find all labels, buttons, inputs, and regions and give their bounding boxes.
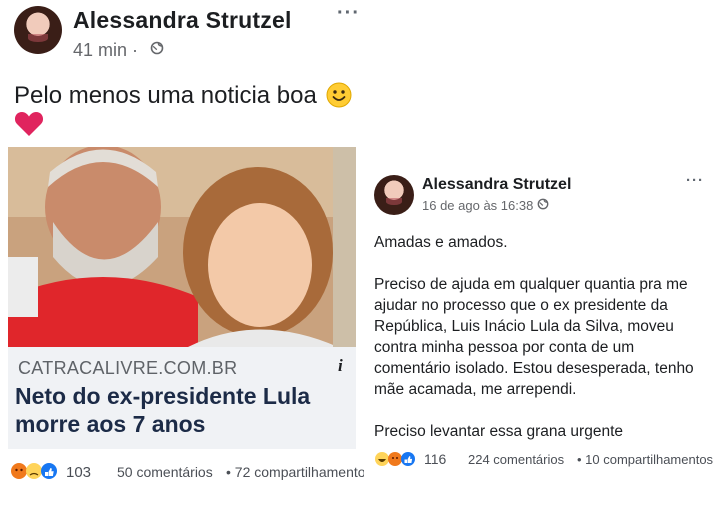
post-text: Pelo menos uma noticia boa <box>14 82 317 109</box>
post-paragraph: Preciso de ajuda em qualquer quantia pra… <box>374 276 694 398</box>
author-name[interactable]: Alessandra Strutzel <box>73 7 292 34</box>
post-paragraph: Preciso levantar essa grana urgente <box>374 423 624 440</box>
author-avatar[interactable] <box>14 6 62 54</box>
shares-count[interactable]: • 10 compartilhamentos <box>577 452 713 467</box>
reactions-icon[interactable] <box>374 451 418 467</box>
red-heart-emoji-icon <box>14 112 44 136</box>
author-name[interactable]: Alessandra Strutzel <box>422 176 571 194</box>
more-options-button[interactable]: ··· <box>337 2 360 25</box>
link-title[interactable]: Neto do ex-presidente Lula morre aos 7 a… <box>15 382 330 438</box>
globe-icon <box>150 41 164 55</box>
reaction-bar: 116 224 comentários • 10 compartilhament… <box>374 449 714 469</box>
comments-count[interactable]: 50 comentários <box>117 464 213 480</box>
reaction-count[interactable]: 116 <box>424 451 446 467</box>
link-preview-image <box>8 147 356 347</box>
post-paragraph: Amadas e amados. <box>374 234 508 251</box>
link-domain: CATRACALIVRE.COM.BR <box>18 358 238 378</box>
info-icon[interactable]: i <box>338 356 343 376</box>
smile-emoji-icon <box>326 82 352 108</box>
link-preview-card[interactable]: CATRACALIVRE.COM.BR Neto do ex-president… <box>8 147 356 449</box>
globe-icon <box>537 198 549 210</box>
post-body: Amadas e amados. Preciso de ajuda em qua… <box>374 232 704 463</box>
post-time[interactable]: 16 de ago às 16:38 · <box>422 198 541 213</box>
reaction-count[interactable]: 103 <box>66 464 91 481</box>
right-post: Alessandra Strutzel 16 de ago às 16:38 ·… <box>364 170 714 476</box>
post-time[interactable]: 41 min · <box>73 40 138 61</box>
reaction-bar: 103 50 comentários • 72 compartilhamento <box>10 460 366 482</box>
more-options-button[interactable]: ··· <box>686 172 704 189</box>
reactions-icon[interactable] <box>10 462 60 480</box>
comments-count[interactable]: 224 comentários <box>468 452 564 467</box>
author-avatar[interactable] <box>374 175 414 215</box>
shares-count[interactable]: • 72 compartilhamento <box>226 464 366 480</box>
